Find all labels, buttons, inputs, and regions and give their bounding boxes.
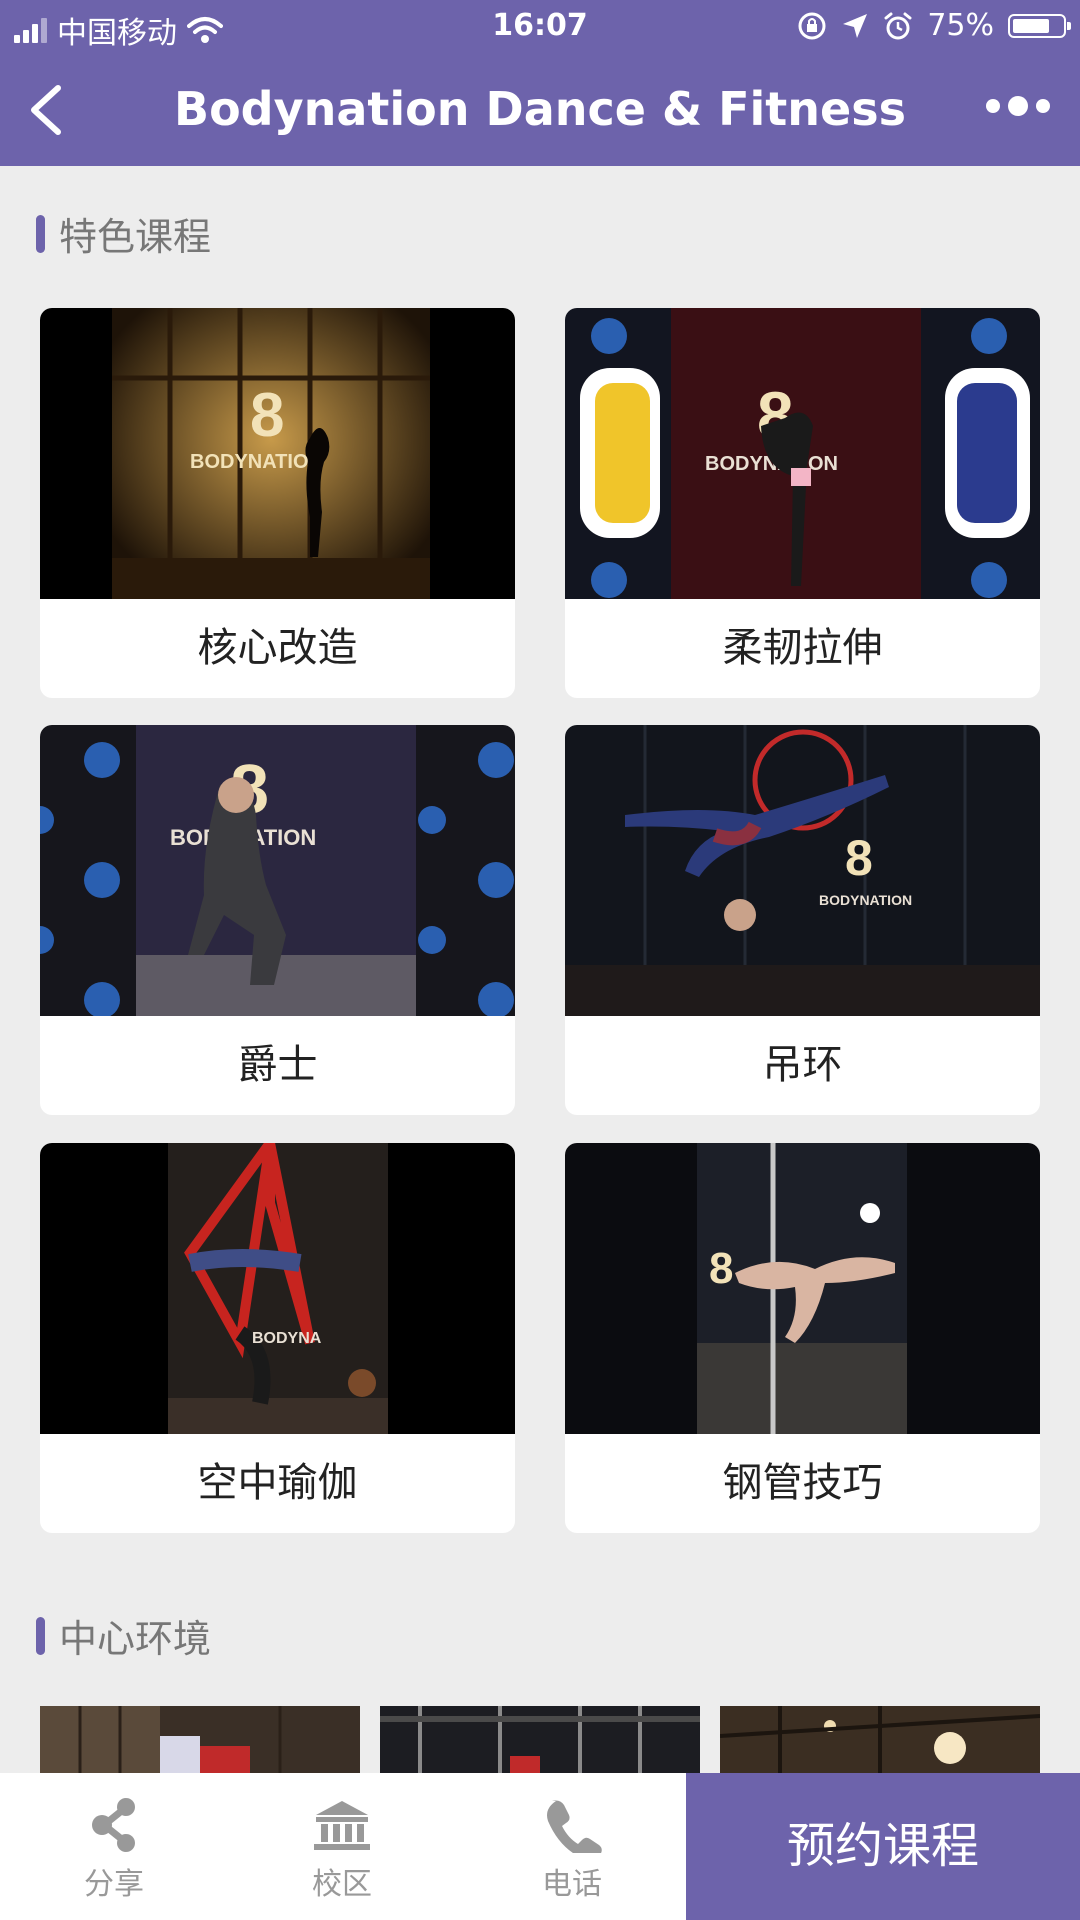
environment-photo[interactable]: [380, 1706, 700, 1776]
battery-percent: 75%: [927, 8, 994, 43]
location-icon: [843, 13, 868, 38]
course-label: 吊环: [762, 1042, 843, 1088]
svg-text:8: 8: [250, 381, 284, 450]
course-card[interactable]: 8 钢管技巧: [565, 1143, 1040, 1533]
battery-icon: [1008, 13, 1071, 38]
course-card[interactable]: 8 BODYNATION 柔韧拉伸: [565, 308, 1040, 698]
share-label: 分享: [84, 1867, 144, 1902]
course-image: 8 BODYNATION: [40, 725, 515, 1016]
phone-label: 电话: [542, 1867, 602, 1902]
svg-text:8: 8: [845, 830, 873, 886]
book-course-button[interactable]: 预约课程: [686, 1773, 1080, 1920]
phone-tab[interactable]: 电话: [462, 1773, 682, 1920]
course-image: 8: [565, 1143, 1040, 1434]
more-button[interactable]: [986, 96, 1050, 116]
status-bar: 中国移动 16:07 75%: [0, 0, 1080, 54]
section-header-environment: 中心环境: [36, 1608, 211, 1663]
share-tab[interactable]: 分享: [4, 1773, 224, 1920]
course-label: 柔韧拉伸: [722, 625, 883, 671]
bank-building-icon: [314, 1801, 370, 1850]
svg-text:8: 8: [709, 1244, 733, 1293]
section-header-featured: 特色课程: [36, 206, 211, 261]
course-label: 钢管技巧: [722, 1460, 883, 1506]
page-title: Bodynation Dance & Fitness: [174, 82, 906, 136]
course-card[interactable]: 8 BODYNATION 爵士: [40, 725, 515, 1115]
course-label: 空中瑜伽: [197, 1460, 358, 1506]
course-label: 核心改造: [197, 625, 358, 671]
course-image: 8 BODYNATIO: [40, 308, 515, 599]
section-accent-bar: [36, 214, 45, 253]
environment-photo[interactable]: [720, 1706, 1040, 1776]
section-title: 中心环境: [59, 1617, 212, 1661]
section-title: 特色课程: [59, 215, 212, 259]
campus-label: 校区: [312, 1867, 372, 1902]
campus-tab[interactable]: 校区: [232, 1773, 452, 1920]
svg-text:BODYNA: BODYNA: [252, 1330, 322, 1347]
course-image: BODYNA: [40, 1143, 515, 1434]
svg-text:BODYNATIO: BODYNATIO: [190, 451, 309, 473]
svg-text:BODYNATION: BODYNATION: [819, 892, 912, 908]
course-card[interactable]: 8 BODYNATIO 核心改造: [40, 308, 515, 698]
share-icon: [92, 1798, 135, 1852]
alarm-icon: [884, 12, 912, 39]
course-card[interactable]: BODYNA 空中瑜伽: [40, 1143, 515, 1533]
course-image: 8 BODYNATION: [565, 725, 1040, 1016]
navigation-bar: Bodynation Dance & Fitness: [0, 54, 1080, 166]
course-label: 爵士: [237, 1042, 318, 1088]
environment-photo[interactable]: [40, 1706, 360, 1776]
course-image: 8 BODYNATION: [565, 308, 1040, 599]
phone-icon: [547, 1800, 602, 1853]
course-card[interactable]: 8 BODYNATION 吊环: [565, 725, 1040, 1115]
orientation-lock-icon: [798, 12, 826, 39]
section-accent-bar: [36, 1616, 45, 1655]
